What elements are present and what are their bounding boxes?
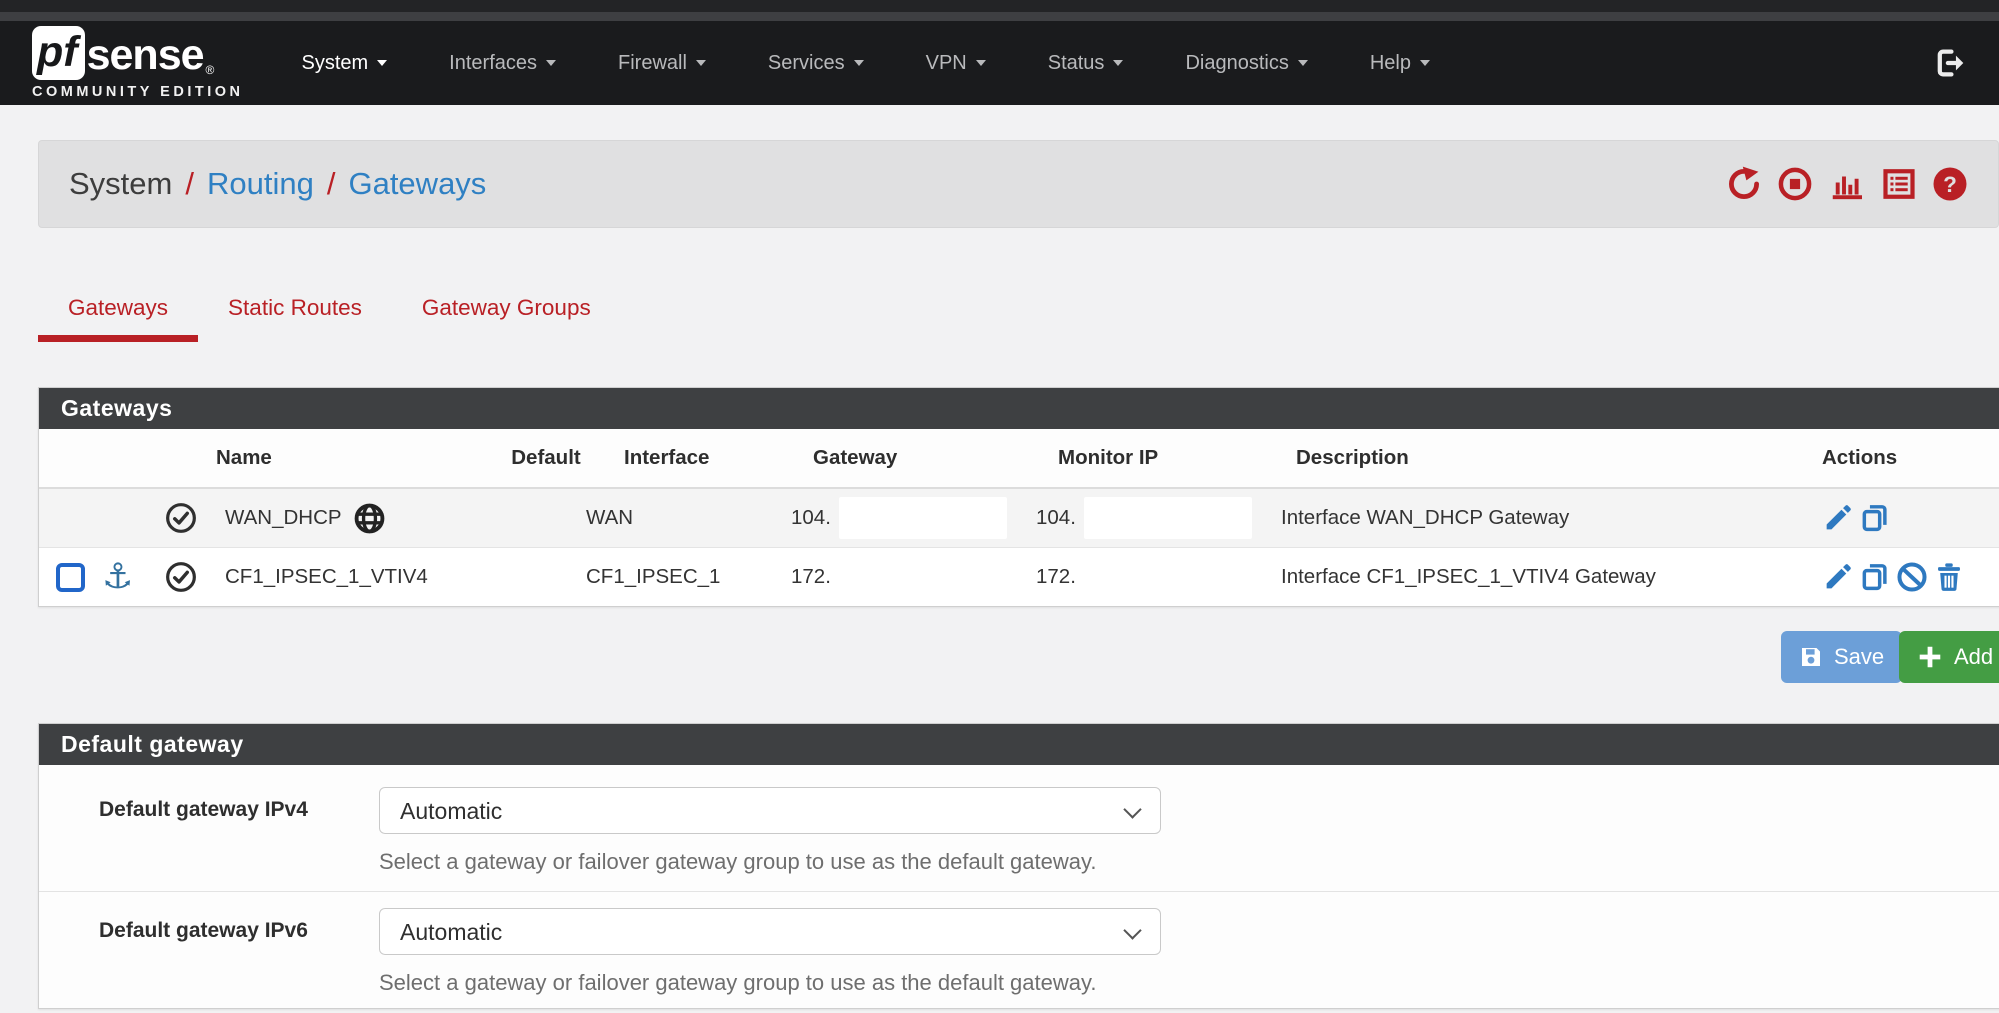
tab-gateways[interactable]: Gateways — [38, 295, 198, 342]
default-cell — [506, 488, 586, 548]
interface-cell: CF1_IPSEC_1 — [586, 548, 791, 607]
stop-circle-icon[interactable] — [1777, 166, 1813, 202]
chevron-down-icon — [377, 60, 387, 66]
default-gateway-ipv6-select[interactable]: Automatic — [379, 908, 1161, 955]
pfsense-logo-wordmark: pfsense® — [32, 26, 243, 80]
help-icon[interactable]: ? — [1932, 166, 1968, 202]
col-header-default: Default — [506, 429, 586, 488]
chevron-down-icon — [1113, 60, 1123, 66]
save-icon — [1799, 645, 1823, 669]
default-gateway-ipv4-select[interactable]: Automatic — [379, 787, 1161, 834]
anchor-icon: ⚓ — [102, 560, 133, 595]
col-header-interface: Interface — [586, 429, 791, 488]
default-gateway-panel-title: Default gateway — [39, 724, 1999, 765]
copy-icon[interactable] — [1859, 502, 1891, 534]
breadcrumb-link-routing[interactable]: Routing — [207, 166, 314, 202]
chevron-down-icon — [1420, 60, 1430, 66]
description-cell: Interface WAN_DHCP Gateway — [1281, 488, 1806, 548]
gateway-address: 104. — [791, 506, 831, 530]
default-cell — [506, 548, 586, 607]
nav-item-status[interactable]: Status — [1048, 52, 1124, 75]
copy-icon[interactable] — [1859, 561, 1891, 593]
refresh-icon[interactable] — [1726, 166, 1762, 202]
nav-menu: System Interfaces Firewall Services VPN … — [301, 52, 1429, 75]
table-header-row: Name Default Interface Gateway Monitor I… — [39, 429, 1999, 488]
nav-item-services[interactable]: Services — [768, 52, 864, 75]
gateways-table: Name Default Interface Gateway Monitor I… — [39, 429, 1999, 606]
nav-item-firewall[interactable]: Firewall — [618, 52, 706, 75]
interface-cell: WAN — [586, 488, 791, 548]
redaction-box — [1084, 497, 1252, 539]
default-gateway-globe-icon — [354, 503, 385, 534]
col-header-icons — [39, 429, 151, 488]
gateway-name: WAN_DHCP — [225, 506, 342, 530]
gateway-address: 172. — [791, 548, 1036, 607]
gateway-enabled-icon — [165, 561, 197, 593]
plus-icon — [1917, 644, 1943, 670]
tab-static-routes[interactable]: Static Routes — [198, 295, 392, 342]
default-gateway-panel: Default gateway Default gateway IPv4 Aut… — [38, 723, 1999, 1009]
col-header-actions: Actions — [1806, 429, 1999, 488]
col-header-description: Description — [1281, 429, 1806, 488]
table-row: WAN_DHCP WAN 104. 104. Interface WAN_DHC… — [39, 488, 1999, 548]
table-row: ⚓ CF1_IPSEC_1_VTIV4 CF1_IPSEC_1 172. 172… — [39, 548, 1999, 607]
page-toolbar: ? — [1726, 166, 1968, 202]
form-row-ipv4: Default gateway IPv4 Automatic Select a … — [39, 765, 1999, 891]
breadcrumb-link-gateways[interactable]: Gateways — [348, 166, 486, 202]
chevron-down-icon — [696, 60, 706, 66]
save-button[interactable]: Save — [1781, 631, 1902, 683]
col-header-name: Name — [151, 429, 506, 488]
window-top-strip — [0, 12, 1999, 21]
main-navbar: pfsense® COMMUNITY EDITION System Interf… — [0, 21, 1999, 105]
nav-item-help[interactable]: Help — [1370, 52, 1430, 75]
chevron-down-icon — [546, 60, 556, 66]
nav-item-vpn[interactable]: VPN — [926, 52, 986, 75]
window-top-edge — [0, 0, 1999, 12]
gateway-name: CF1_IPSEC_1_VTIV4 — [225, 565, 428, 589]
delete-icon[interactable] — [1933, 561, 1965, 593]
pfsense-logo-sense: sense — [87, 30, 204, 80]
pfsense-logo-pf: pf — [32, 26, 85, 80]
nav-item-interfaces[interactable]: Interfaces — [449, 52, 556, 75]
registered-mark: ® — [206, 60, 215, 80]
col-header-gateway: Gateway — [791, 429, 1036, 488]
chevron-down-icon — [976, 60, 986, 66]
breadcrumb-section: System — [69, 166, 172, 202]
chevron-down-icon — [1298, 60, 1308, 66]
form-row-ipv6: Default gateway IPv6 Automatic Select a … — [39, 891, 1999, 1008]
nav-item-diagnostics[interactable]: Diagnostics — [1185, 52, 1307, 75]
traffic-graph-icon[interactable] — [1828, 166, 1866, 202]
gateways-panel: Gateways Name Default Interface Gateway … — [38, 387, 1999, 607]
edit-icon[interactable] — [1822, 502, 1854, 534]
redaction-box — [839, 497, 1007, 539]
community-edition-label: COMMUNITY EDITION — [32, 84, 243, 100]
svg-text:?: ? — [1943, 172, 1957, 197]
default-gateway-ipv4-help: Select a gateway or failover gateway gro… — [379, 849, 1161, 875]
add-button[interactable]: Add — [1899, 631, 1999, 683]
gateway-enabled-icon — [165, 502, 197, 534]
col-header-monitor-ip: Monitor IP — [1036, 429, 1281, 488]
disable-icon[interactable] — [1896, 561, 1928, 593]
log-icon[interactable] — [1881, 166, 1917, 202]
actions-bar: Save Add — [38, 631, 1999, 683]
breadcrumb-bar: System / Routing / Gateways ? — [38, 140, 1999, 228]
edit-icon[interactable] — [1822, 561, 1854, 593]
default-gateway-ipv6-label: Default gateway IPv6 — [39, 908, 379, 996]
routing-tabs: Gateways Static Routes Gateway Groups — [38, 295, 1999, 342]
default-gateway-ipv6-help: Select a gateway or failover gateway gro… — [379, 970, 1161, 996]
square-marker-icon — [56, 563, 85, 592]
gateways-panel-title: Gateways — [39, 388, 1999, 429]
breadcrumb-separator: / — [327, 166, 336, 202]
monitor-ip: 172. — [1036, 548, 1281, 607]
default-gateway-ipv4-label: Default gateway IPv4 — [39, 787, 379, 875]
description-cell: Interface CF1_IPSEC_1_VTIV4 Gateway — [1281, 548, 1806, 607]
sign-out-icon[interactable] — [1933, 46, 1967, 80]
breadcrumb-separator: / — [185, 166, 194, 202]
monitor-ip: 104. — [1036, 506, 1076, 530]
pfsense-logo[interactable]: pfsense® COMMUNITY EDITION — [32, 26, 243, 100]
nav-item-system[interactable]: System — [301, 52, 387, 75]
chevron-down-icon — [854, 60, 864, 66]
tab-gateway-groups[interactable]: Gateway Groups — [392, 295, 621, 342]
